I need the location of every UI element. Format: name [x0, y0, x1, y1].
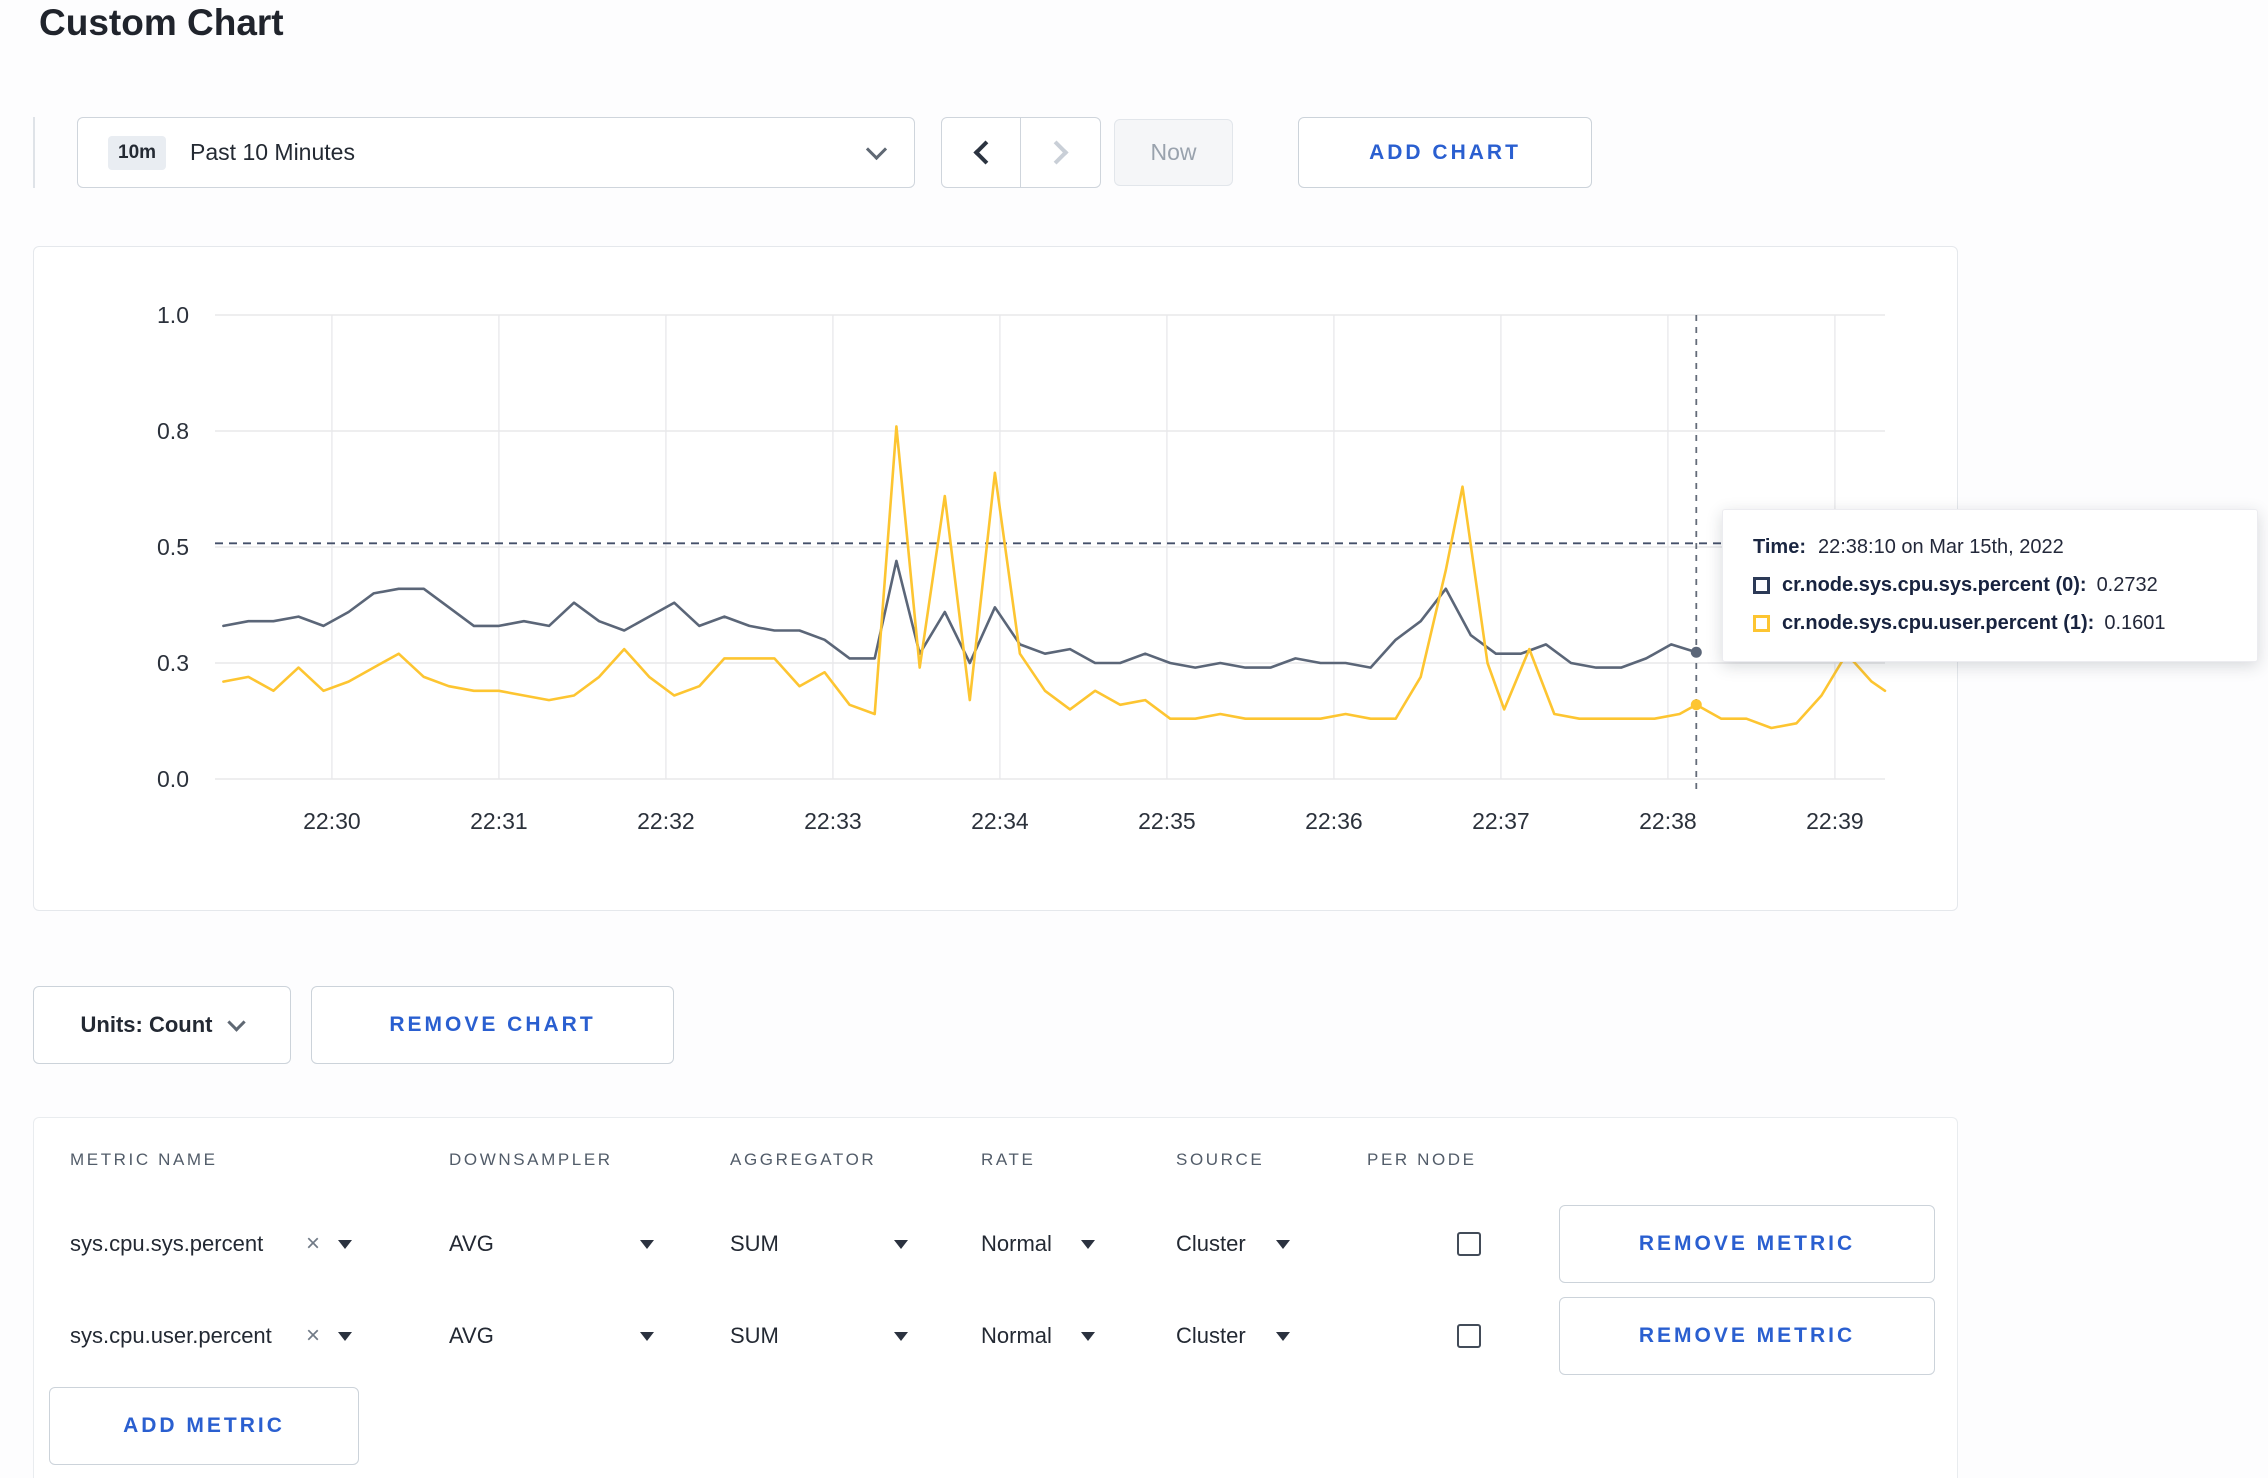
- svg-text:22:32: 22:32: [637, 808, 695, 834]
- aggregator-select-value: SUM: [730, 1231, 779, 1256]
- downsampler-select[interactable]: AVG: [449, 1323, 654, 1349]
- caret-down-icon: [1081, 1239, 1095, 1249]
- tooltip-series-row: cr.node.sys.cpu.user.percent (1): 0.1601: [1753, 612, 2227, 635]
- aggregator-select[interactable]: SUM: [730, 1231, 908, 1257]
- chevron-left-icon: [972, 140, 998, 165]
- svg-text:22:33: 22:33: [804, 808, 862, 834]
- tooltip-series-label: cr.node.sys.cpu.user.percent (1):: [1782, 612, 2095, 634]
- rate-select[interactable]: Normal: [981, 1323, 1095, 1349]
- tooltip-time-row: Time: 22:38:10 on Mar 15th, 2022: [1753, 536, 2227, 559]
- chevron-down-icon: [227, 1013, 247, 1032]
- column-header: SOURCE: [1176, 1150, 1265, 1169]
- tooltip-series-value: 0.2732: [2096, 574, 2158, 596]
- caret-down-icon: [640, 1239, 654, 1249]
- units-label: Units: Count: [80, 1012, 213, 1037]
- metrics-table-card: METRIC NAME DOWNSAMPLER AGGREGATOR RATE SOUR…: [33, 1117, 1958, 1478]
- column-header: DOWNSAMPLER: [449, 1150, 613, 1169]
- per-node-checkbox[interactable]: [1457, 1324, 1481, 1348]
- svg-text:22:39: 22:39: [1806, 808, 1864, 834]
- per-node-checkbox[interactable]: [1457, 1232, 1481, 1256]
- caret-down-icon: [338, 1331, 352, 1341]
- series-swatch-icon: [1753, 615, 1770, 632]
- source-select-value: Cluster: [1176, 1323, 1246, 1348]
- metric-name-select-value: sys.cpu.user.percent: [70, 1323, 272, 1348]
- time-nav-group: [941, 117, 1101, 188]
- svg-text:22:31: 22:31: [470, 808, 528, 834]
- tooltip-series-value: 0.1601: [2104, 612, 2166, 634]
- caret-down-icon: [640, 1331, 654, 1341]
- source-select[interactable]: Cluster: [1176, 1323, 1290, 1349]
- time-range-badge: 10m: [108, 135, 167, 170]
- caret-down-icon: [1081, 1331, 1095, 1341]
- now-button[interactable]: Now: [1114, 119, 1233, 186]
- source-select-value: Cluster: [1176, 1231, 1246, 1256]
- svg-text:1.0: 1.0: [157, 302, 189, 328]
- time-forward-button[interactable]: [1021, 117, 1101, 188]
- chevron-right-icon: [1044, 140, 1069, 165]
- column-header: RATE: [981, 1150, 1036, 1169]
- chart-tooltip: Time: 22:38:10 on Mar 15th, 2022 cr.node.…: [1722, 509, 2258, 662]
- downsampler-select-value: AVG: [449, 1323, 494, 1348]
- units-dropdown[interactable]: Units: Count: [33, 986, 291, 1064]
- metric-row: sys.cpu.sys.percent × AVG SUM Normal Cluster R…: [34, 1198, 1957, 1290]
- page-title: Custom Chart: [39, 2, 284, 43]
- rate-select-value: Normal: [981, 1323, 1052, 1348]
- add-chart-button[interactable]: ADD CHART: [1298, 117, 1592, 188]
- add-metric-button[interactable]: ADD METRIC: [49, 1387, 359, 1465]
- downsampler-select-value: AVG: [449, 1231, 494, 1256]
- svg-text:22:34: 22:34: [971, 808, 1029, 834]
- rate-select[interactable]: Normal: [981, 1231, 1095, 1257]
- custom-chart-page: Custom Chart 10m Past 10 Minutes Now ADD…: [0, 0, 2268, 1478]
- svg-text:22:37: 22:37: [1472, 808, 1530, 834]
- time-back-button[interactable]: [941, 117, 1021, 188]
- caret-down-icon: [1276, 1239, 1290, 1249]
- metric-name-select[interactable]: sys.cpu.sys.percent ×: [70, 1230, 352, 1258]
- clear-icon[interactable]: ×: [306, 1322, 320, 1350]
- column-header: AGGREGATOR: [730, 1150, 877, 1169]
- remove-chart-button[interactable]: REMOVE CHART: [311, 986, 674, 1064]
- metrics-line-chart[interactable]: 22:30 22:31 22:32 22:33 22:34 22:35 22:36 22:37…: [34, 247, 1957, 910]
- tooltip-time-value: 22:38:10 on Mar 15th, 2022: [1817, 536, 2064, 558]
- svg-text:0.3: 0.3: [157, 650, 189, 676]
- chart-card: 22:30 22:31 22:32 22:33 22:34 22:35 22:36 22:37…: [33, 246, 1958, 911]
- remove-metric-button[interactable]: REMOVE METRIC: [1559, 1297, 1935, 1375]
- metrics-table-header: METRIC NAME DOWNSAMPLER AGGREGATOR RATE SOUR…: [34, 1150, 1957, 1170]
- downsampler-select[interactable]: AVG: [449, 1231, 654, 1257]
- metric-name-select-value: sys.cpu.sys.percent: [70, 1231, 264, 1256]
- svg-text:0.0: 0.0: [157, 766, 189, 792]
- caret-down-icon: [1276, 1331, 1290, 1341]
- rate-select-value: Normal: [981, 1231, 1052, 1256]
- column-header: METRIC NAME: [70, 1150, 218, 1169]
- svg-text:0.8: 0.8: [157, 418, 189, 444]
- metric-name-select[interactable]: sys.cpu.user.percent ×: [70, 1322, 352, 1350]
- caret-down-icon: [338, 1239, 352, 1249]
- metrics-table-rows: sys.cpu.sys.percent × AVG SUM Normal Cluster R…: [34, 1198, 1957, 1382]
- aggregator-select-value: SUM: [730, 1323, 779, 1348]
- tooltip-series-label: cr.node.sys.cpu.sys.percent (0):: [1782, 574, 2087, 596]
- time-range-dropdown[interactable]: 10m Past 10 Minutes: [77, 117, 915, 188]
- column-header: PER NODE: [1367, 1150, 1477, 1169]
- series-swatch-icon: [1753, 577, 1770, 594]
- time-range-label: Past 10 Minutes: [190, 139, 355, 165]
- tooltip-time-label: Time:: [1753, 536, 1806, 558]
- remove-metric-button[interactable]: REMOVE METRIC: [1559, 1205, 1935, 1283]
- chevron-down-icon: [865, 138, 888, 161]
- tooltip-series-row: cr.node.sys.cpu.sys.percent (0): 0.2732: [1753, 574, 2227, 597]
- aggregator-select[interactable]: SUM: [730, 1323, 908, 1349]
- svg-text:0.5: 0.5: [157, 534, 189, 560]
- caret-down-icon: [894, 1239, 908, 1249]
- metric-row: sys.cpu.user.percent × AVG SUM Normal Cluster…: [34, 1290, 1957, 1382]
- clear-icon[interactable]: ×: [306, 1230, 320, 1258]
- svg-text:22:35: 22:35: [1138, 808, 1196, 834]
- source-select[interactable]: Cluster: [1176, 1231, 1290, 1257]
- svg-text:22:30: 22:30: [303, 808, 361, 834]
- svg-text:22:38: 22:38: [1639, 808, 1697, 834]
- caret-down-icon: [894, 1331, 908, 1341]
- toolbar-divider: [33, 117, 35, 188]
- svg-text:22:36: 22:36: [1305, 808, 1363, 834]
